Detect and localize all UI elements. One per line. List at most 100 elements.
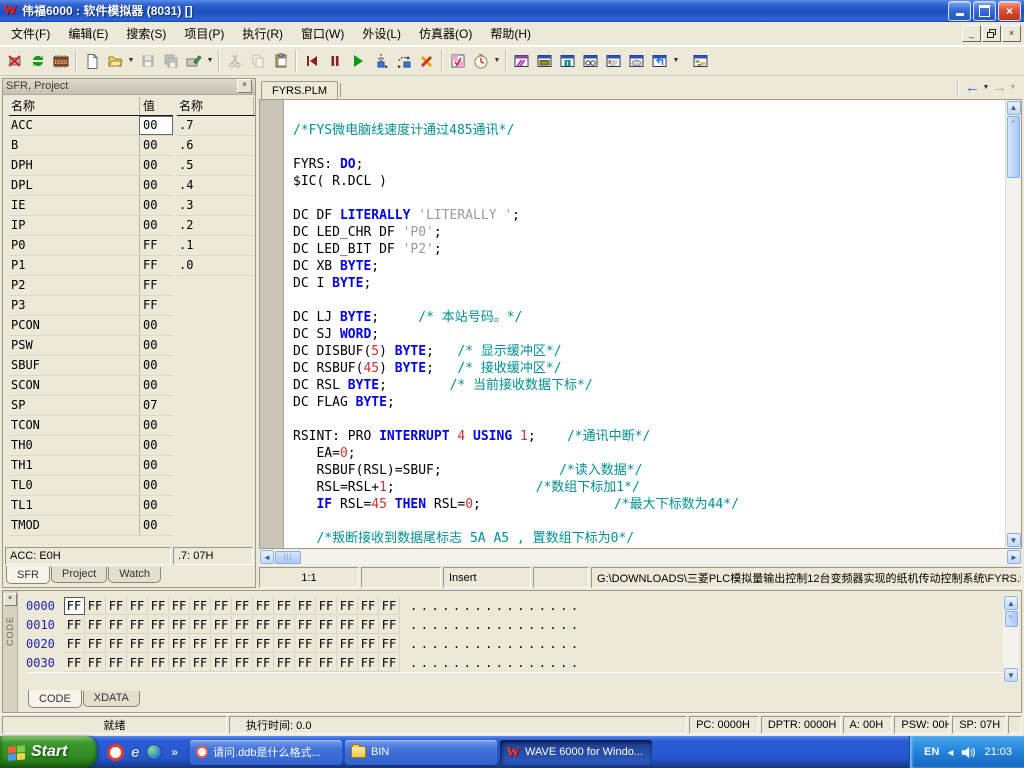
sfr-register-row[interactable]: B00 (9, 136, 173, 156)
register-value[interactable]: 00 (139, 116, 173, 135)
recompile-button[interactable] (26, 50, 49, 72)
menu-item[interactable]: 窗口(W) (292, 21, 353, 46)
memory-byte[interactable]: FF (127, 635, 148, 653)
code-area[interactable]: /*FYS微电脑线速度计通过485通讯*/ FYRS: DO;$IC( R.DC… (284, 100, 1005, 548)
internet-explorer-icon[interactable]: e (131, 744, 139, 761)
memory-byte[interactable]: FF (64, 654, 85, 672)
editor-content[interactable]: /*FYS微电脑线速度计通过485通讯*/ FYRS: DO;$IC( R.DC… (259, 99, 1022, 549)
memory-byte[interactable]: FF (295, 597, 316, 615)
menu-item[interactable]: 仿真器(O) (410, 21, 481, 46)
register-value[interactable]: 07 (139, 396, 173, 415)
register-value[interactable]: 00 (139, 516, 173, 535)
sfr-register-row[interactable]: PCON00 (9, 316, 173, 336)
sfr-tab-watch[interactable]: Watch (108, 567, 161, 583)
reset-to-start-button[interactable] (300, 50, 323, 72)
close-button[interactable]: × (998, 1, 1021, 21)
sfr-register-row[interactable]: DPH00 (9, 156, 173, 176)
info-window-button[interactable] (556, 50, 579, 72)
menu-item[interactable]: 帮助(H) (481, 21, 540, 46)
memory-byte[interactable]: FF (316, 616, 337, 634)
code-line[interactable]: RSL=RSL+1; /*数组下标加1*/ (293, 479, 1005, 496)
run-button[interactable] (346, 50, 369, 72)
breakpoint-list-window-button[interactable] (602, 50, 625, 72)
memory-byte[interactable]: FF (106, 616, 127, 634)
sfr-bit-row[interactable]: .30 (177, 196, 255, 216)
hide-icons-arrow-icon[interactable]: ◀ (947, 748, 953, 757)
memory-byte[interactable]: FF (232, 616, 253, 634)
memory-byte[interactable]: FF (316, 597, 337, 615)
code-line[interactable] (293, 105, 1005, 122)
breakpoint-window-button[interactable] (446, 50, 469, 72)
code-line[interactable] (293, 139, 1005, 156)
code-line[interactable] (293, 513, 1005, 530)
memory-byte[interactable]: FF (64, 616, 85, 634)
sfr-panel-close-icon[interactable]: × (237, 79, 252, 93)
memory-byte[interactable]: FF (106, 597, 127, 615)
memory-byte[interactable]: FF (211, 616, 232, 634)
sfr-register-row[interactable]: PSW00 (9, 336, 173, 356)
memory-byte[interactable]: FF (85, 654, 106, 672)
window-arrange-button[interactable] (648, 50, 671, 72)
save-button[interactable] (136, 50, 159, 72)
menu-item[interactable]: 项目(P) (175, 21, 233, 46)
volume-icon[interactable] (961, 746, 976, 759)
register-value[interactable]: 00 (139, 316, 173, 335)
memory-row[interactable]: 0010FFFFFFFFFFFFFFFFFFFFFFFFFFFFFFFF....… (26, 615, 1021, 634)
memory-byte[interactable]: FF (274, 654, 295, 672)
menu-item[interactable]: 外设(L) (353, 21, 410, 46)
sfr-window-button[interactable] (510, 50, 533, 72)
memory-row[interactable]: 0000FFFFFFFFFFFFFFFFFFFFFFFFFFFFFFFF....… (26, 596, 1021, 615)
memory-byte[interactable]: FF (232, 635, 253, 653)
back-dropdown-icon[interactable]: ▼ (981, 84, 991, 91)
memory-byte[interactable]: FF (232, 597, 253, 615)
memory-byte[interactable]: FF (274, 616, 295, 634)
menu-item[interactable]: 编辑(E) (59, 21, 117, 46)
memory-byte[interactable]: FF (379, 597, 400, 615)
memory-byte[interactable]: FF (127, 616, 148, 634)
memory-byte[interactable]: FF (169, 597, 190, 615)
forward-dropdown-icon[interactable]: ▼ (1008, 84, 1018, 91)
memory-byte[interactable]: FF (253, 654, 274, 672)
code-line[interactable]: RSINT: PRO INTERRUPT 4 USING 1; /*通讯中断*/ (293, 428, 1005, 445)
minimize-button[interactable] (948, 1, 971, 21)
mdi-close-icon[interactable]: × (1002, 25, 1021, 42)
opera-icon[interactable] (107, 744, 124, 761)
menu-item[interactable]: 执行(R) (233, 21, 292, 46)
register-value[interactable]: 00 (139, 356, 173, 375)
clock[interactable]: 21:03 (984, 746, 1012, 758)
scroll-left-icon[interactable]: ◄ (260, 550, 274, 564)
memory-close-icon[interactable]: × (4, 593, 17, 606)
save-project-button[interactable] (182, 50, 205, 72)
memory-byte[interactable]: FF (148, 654, 169, 672)
register-value[interactable]: FF (139, 276, 173, 295)
memory-byte[interactable]: FF (358, 616, 379, 634)
sfr-bit-row[interactable]: .50 (177, 156, 255, 176)
sfr-register-row[interactable]: TCON00 (9, 416, 173, 436)
memory-byte[interactable]: FF (253, 597, 274, 615)
memory-byte[interactable]: FF (274, 597, 295, 615)
memory-vscrollbar[interactable]: ▲ ≡ ▼ (1003, 595, 1019, 683)
sfr-register-row[interactable]: TH000 (9, 436, 173, 456)
code-line[interactable]: DC LED_BIT DF 'P2'; (293, 241, 1005, 258)
editor-hscrollbar[interactable]: ◄ ||| ► (259, 549, 1022, 565)
memory-byte[interactable]: FF (85, 635, 106, 653)
memory-byte[interactable]: FF (358, 635, 379, 653)
memory-byte[interactable]: FF (106, 635, 127, 653)
editor-vscrollbar[interactable]: ▲ ≡ ▼ (1005, 100, 1021, 548)
memory-byte[interactable]: FF (274, 635, 295, 653)
logic-analyzer-window-button[interactable] (689, 50, 712, 72)
code-line[interactable]: DC DF LITERALLY 'LITERALLY '; (293, 207, 1005, 224)
memory-byte[interactable]: FF (379, 654, 400, 672)
register-value[interactable]: 00 (139, 336, 173, 355)
code-line[interactable]: EA=0; (293, 445, 1005, 462)
register-value[interactable]: 00 (139, 196, 173, 215)
code-line[interactable]: DC RSL BYTE; /* 当前接收数据下标*/ (293, 377, 1005, 394)
memory-byte[interactable]: FF (295, 616, 316, 634)
register-value[interactable]: FF (139, 236, 173, 255)
code-line[interactable]: DC XB BYTE; (293, 258, 1005, 275)
register-value[interactable]: FF (139, 296, 173, 315)
navigate-forward-icon[interactable]: → (992, 81, 1007, 95)
stopwatch-dropdown-icon[interactable]: ▼ (492, 57, 502, 64)
save-all-button[interactable] (159, 50, 182, 72)
register-value[interactable]: 00 (139, 476, 173, 495)
